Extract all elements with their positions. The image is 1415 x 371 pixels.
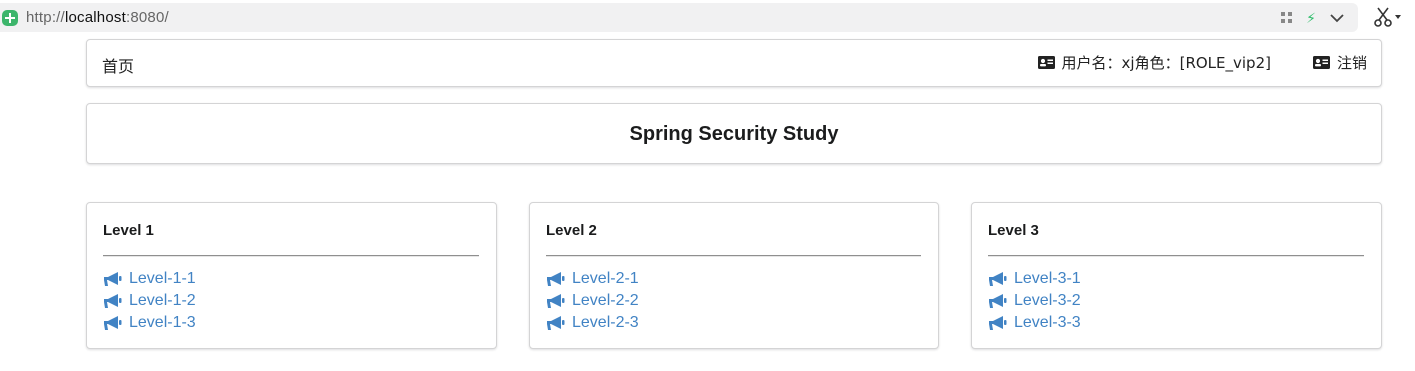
level-card-2: Level 2 Level-2-1 Level-2-2 Level-2-3 — [529, 202, 939, 349]
nav-user-info[interactable]: 用户名：xj角色：[ROLE_vip2] — [1037, 52, 1271, 73]
level-link-list: Level-3-1 Level-3-2 Level-3-3 — [988, 268, 1081, 334]
megaphone-icon — [104, 271, 122, 286]
megaphone-icon — [547, 271, 565, 286]
level-card-title: Level 1 — [103, 222, 154, 239]
address-bar[interactable]: http://localhost:8080/ ⚡ — [0, 3, 1358, 32]
level-link-1-3[interactable]: Level-1-3 — [103, 312, 196, 334]
link-label: Level-3-2 — [1014, 292, 1081, 309]
megaphone-icon — [989, 271, 1007, 286]
divider — [103, 255, 479, 257]
user-role-text: 用户名：xj角色：[ROLE_vip2] — [1061, 54, 1271, 72]
level-link-2-1[interactable]: Level-2-1 — [546, 268, 639, 290]
link-label: Level-1-1 — [129, 270, 196, 287]
divider — [546, 255, 921, 257]
level-link-2-2[interactable]: Level-2-2 — [546, 290, 639, 312]
level-card-title: Level 2 — [546, 222, 597, 239]
level-link-1-2[interactable]: Level-1-2 — [103, 290, 196, 312]
megaphone-icon — [547, 315, 565, 330]
id-card-icon — [1312, 56, 1330, 69]
megaphone-icon — [104, 293, 122, 308]
level-link-3-2[interactable]: Level-3-2 — [988, 290, 1081, 312]
title-segment: Spring Security Study — [86, 103, 1382, 164]
screenshot-tool[interactable] — [1374, 7, 1401, 27]
scissors-icon[interactable] — [1374, 7, 1392, 27]
level-link-list: Level-1-1 Level-1-2 Level-1-3 — [103, 268, 196, 334]
level-card-1: Level 1 Level-1-1 Level-1-2 Level-1-3 — [86, 202, 497, 349]
browser-toolbar: http://localhost:8080/ ⚡ — [0, 0, 1415, 36]
qr-code-icon[interactable] — [1281, 12, 1293, 23]
chevron-down-icon[interactable] — [1330, 13, 1344, 23]
id-card-icon — [1037, 56, 1055, 69]
url-text[interactable]: http://localhost:8080/ — [26, 9, 169, 26]
lightning-icon[interactable]: ⚡ — [1306, 11, 1316, 25]
link-label: Level-2-1 — [572, 270, 639, 287]
megaphone-icon — [989, 315, 1007, 330]
page-title: Spring Security Study — [629, 123, 839, 145]
level-card-title: Level 3 — [988, 222, 1039, 239]
link-label: Level-2-2 — [572, 292, 639, 309]
secure-site-icon[interactable] — [2, 9, 18, 26]
link-label: Level-3-3 — [1014, 314, 1081, 331]
nav-right-items: 用户名：xj角色：[ROLE_vip2] 注销 — [1037, 52, 1367, 73]
caret-down-icon[interactable] — [1395, 15, 1401, 19]
nav-home-link[interactable]: 首页 — [102, 53, 134, 77]
link-label: Level-1-3 — [129, 314, 196, 331]
url-scheme: http:// — [26, 9, 65, 26]
level-link-3-1[interactable]: Level-3-1 — [988, 268, 1081, 290]
level-link-list: Level-2-1 Level-2-2 Level-2-3 — [546, 268, 639, 334]
level-link-1-1[interactable]: Level-1-1 — [103, 268, 196, 290]
level-card-3: Level 3 Level-3-1 Level-3-2 Level-3-3 — [971, 202, 1382, 349]
megaphone-icon — [547, 293, 565, 308]
level-link-2-3[interactable]: Level-2-3 — [546, 312, 639, 334]
address-bar-actions: ⚡ — [1281, 3, 1344, 32]
level-link-3-3[interactable]: Level-3-3 — [988, 312, 1081, 334]
top-nav-menu: 首页 用户名：xj角色：[ROLE_vip2] 注销 — [86, 39, 1382, 87]
link-label: Level-3-1 — [1014, 270, 1081, 287]
megaphone-icon — [104, 315, 122, 330]
url-port-path: :8080/ — [125, 9, 169, 26]
link-label: Level-2-3 — [572, 314, 639, 331]
divider — [988, 255, 1364, 257]
logout-link[interactable]: 注销 — [1312, 52, 1367, 73]
link-label: Level-1-2 — [129, 292, 196, 309]
megaphone-icon — [989, 293, 1007, 308]
logout-label: 注销 — [1336, 54, 1367, 72]
url-host: localhost — [64, 9, 126, 26]
